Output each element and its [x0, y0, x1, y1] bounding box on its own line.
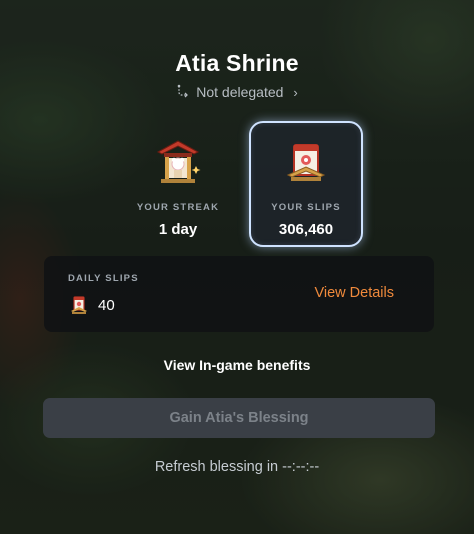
view-benefits-link[interactable]: View In-game benefits [0, 357, 474, 373]
slip-icon [71, 296, 87, 314]
daily-slips-row: 40 [68, 294, 115, 316]
streak-card[interactable]: YOUR STREAK 1 day [122, 122, 234, 246]
daily-slips-count: 40 [98, 296, 115, 314]
slips-card[interactable]: YOUR SLIPS 306,460 [249, 121, 363, 247]
slips-label: YOUR SLIPS [271, 202, 341, 213]
shrine-title: Atia Shrine [175, 50, 299, 76]
slip-icon [286, 144, 326, 181]
streak-value: 1 day [158, 221, 198, 238]
view-details-link[interactable]: View Details [314, 285, 394, 301]
chevron-right-icon: › [293, 84, 298, 100]
daily-slips-label: DAILY SLIPS [68, 273, 139, 284]
streak-label: YOUR STREAK [136, 202, 220, 213]
daily-slips-panel: DAILY SLIPS 40 View Details [44, 256, 434, 332]
shrine-icon [156, 140, 201, 183]
refresh-timer: Refresh blessing in --:--:-- [154, 459, 320, 475]
delegation-status[interactable]: Not delegated › [0, 83, 474, 101]
delegation-status-text: Not delegated [196, 84, 284, 100]
slips-value: 306,460 [278, 221, 334, 238]
delegate-arrows-icon [176, 84, 190, 101]
gain-blessing-button[interactable]: Gain Atia's Blessing [43, 398, 435, 438]
